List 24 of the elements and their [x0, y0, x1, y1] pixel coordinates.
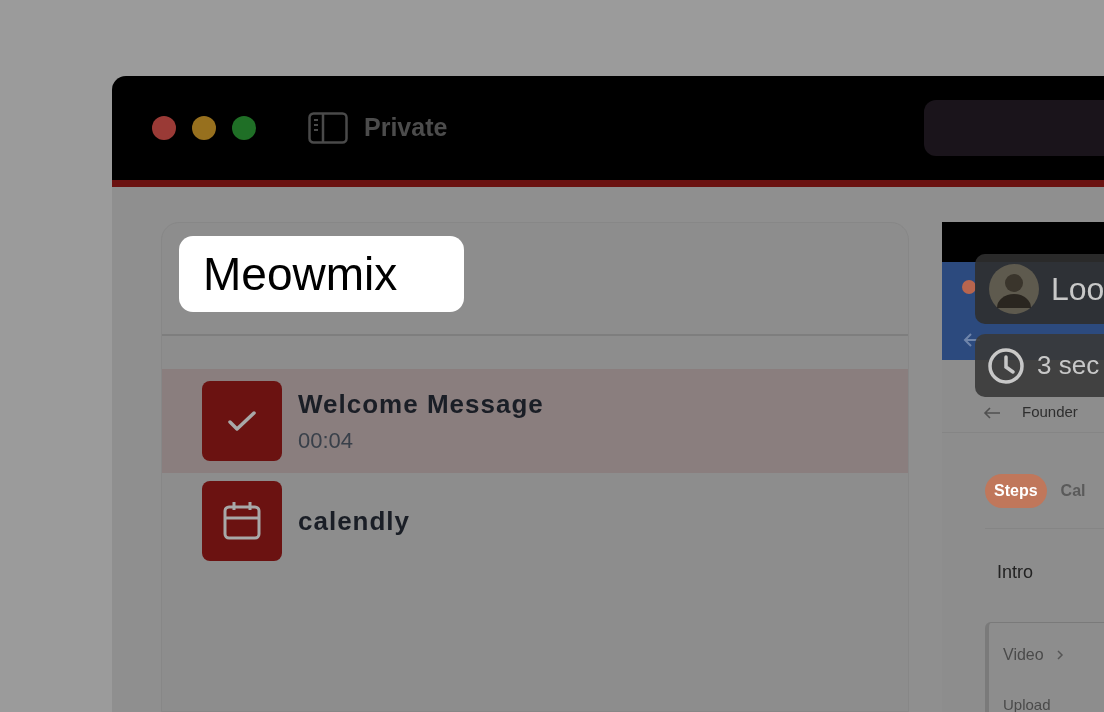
- recorder-name: Loo: [1051, 270, 1104, 309]
- breadcrumb-text: Founder: [1022, 404, 1078, 420]
- window-title: Private: [364, 112, 448, 144]
- sidebar-icon[interactable]: [308, 112, 348, 144]
- step-item[interactable]: calendly: [162, 473, 908, 569]
- avatar-silhouette: [989, 264, 1039, 314]
- section-heading: Intro: [997, 561, 1035, 584]
- chevron-icon: [1055, 649, 1064, 661]
- step-duration: 00:04: [298, 427, 355, 455]
- step-title: Welcome Message: [298, 388, 544, 421]
- close-button[interactable]: [152, 116, 176, 140]
- step-title: calendly: [298, 504, 411, 538]
- tab[interactable]: Steps: [985, 474, 1047, 508]
- panel-title: Meowmix: [179, 236, 464, 312]
- close-button[interactable]: [962, 280, 976, 294]
- step-item[interactable]: Welcome Message 00:04: [162, 369, 908, 473]
- minimize-button[interactable]: [192, 116, 216, 140]
- clock-icon: [987, 346, 1025, 385]
- path-text: Video: [1003, 645, 1044, 665]
- calendar-icon: [222, 501, 262, 541]
- zoom-button[interactable]: [232, 116, 256, 140]
- back-arrow-icon[interactable]: [982, 406, 1002, 420]
- elapsed-time: 3 sec: [1037, 349, 1100, 382]
- checkmark-icon: [227, 410, 257, 432]
